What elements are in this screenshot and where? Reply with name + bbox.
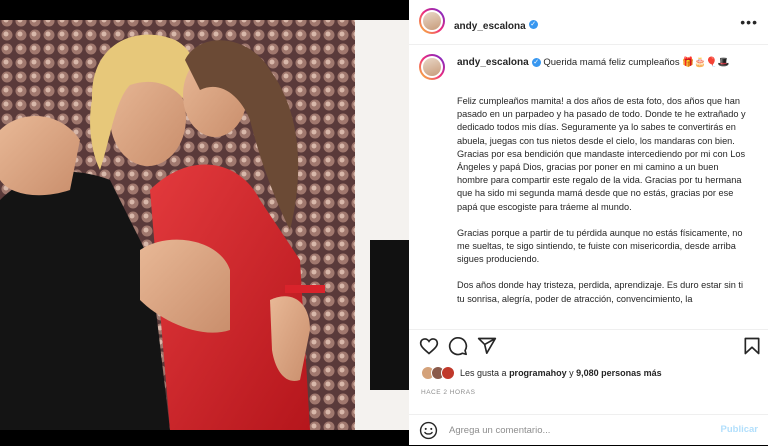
post-photo[interactable]	[0, 0, 409, 445]
liker-avatar[interactable]	[441, 366, 455, 380]
likes-text: Les gusta a programahoy y 9,080 personas…	[460, 368, 662, 378]
likes-count[interactable]: 9,080 personas más	[576, 368, 662, 378]
likes-user[interactable]: programahoy	[509, 368, 567, 378]
post-image	[0, 0, 409, 445]
action-bar	[409, 329, 768, 360]
header-user: andy_escalona ✓	[454, 16, 538, 34]
comment-icon[interactable]	[448, 336, 468, 356]
instagram-post-modal: andy_escalona ✓ ••• andy_escalona ✓ Querid…	[0, 0, 768, 445]
verified-badge-icon: ✓	[528, 20, 538, 30]
post-header: andy_escalona ✓ •••	[409, 0, 768, 45]
likes-joiner: y	[569, 368, 574, 378]
verified-badge-icon: ✓	[531, 57, 541, 67]
avatar[interactable]	[419, 8, 445, 34]
caption-area: andy_escalona ✓ Querida mamá feliz cumple…	[409, 44, 768, 329]
emoji-icon[interactable]	[419, 421, 438, 440]
caption-username[interactable]: andy_escalona	[457, 57, 529, 68]
comment-input[interactable]	[449, 423, 699, 437]
username[interactable]: andy_escalona	[454, 21, 526, 32]
likes-summary: Les gusta a programahoy y 9,080 personas…	[421, 366, 662, 380]
caption-body: Feliz cumpleaños mamita! a dos años de e…	[457, 95, 749, 319]
heart-icon[interactable]	[419, 336, 439, 356]
more-options-icon[interactable]: •••	[740, 14, 758, 30]
caption-avatar[interactable]	[419, 54, 445, 80]
share-icon[interactable]	[477, 336, 497, 356]
bookmark-icon[interactable]	[742, 336, 762, 356]
caption-paragraph: Gracias porque a partir de tu pérdida au…	[457, 227, 743, 265]
post-side-panel: andy_escalona ✓ ••• andy_escalona ✓ Querid…	[409, 0, 768, 445]
caption-paragraph: Feliz cumpleaños mamita! a dos años de e…	[457, 96, 746, 212]
caption-title: Querida mamá feliz cumpleaños 🎁🎂🎈🎩	[543, 57, 730, 68]
post-timestamp[interactable]: HACE 2 HORAS	[421, 389, 475, 396]
likes-prefix: Les gusta a	[460, 368, 507, 378]
comment-bar: Publicar	[409, 414, 768, 446]
caption-heading: andy_escalona ✓ Querida mamá feliz cumple…	[457, 56, 757, 69]
caption-paragraph: Dos años donde hay tristeza, perdida, ap…	[457, 280, 743, 304]
publish-button[interactable]: Publicar	[721, 424, 759, 435]
